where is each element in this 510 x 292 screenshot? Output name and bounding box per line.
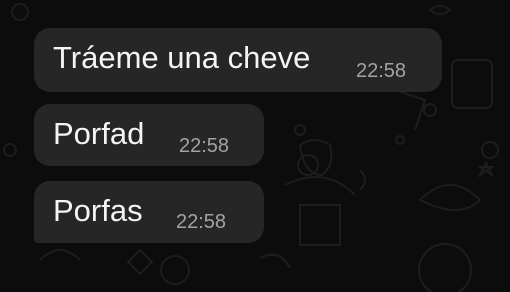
message-bubble[interactable]: Tráeme una cheve 22:58 (34, 28, 442, 92)
message-timestamp: 22:58 (176, 211, 227, 233)
message-text: Tráeme una cheve (53, 40, 311, 75)
message-timestamp: 22:58 (356, 60, 407, 82)
chat-area: Tráeme una cheve 22:58 Porfad 22:58 Porf… (0, 0, 510, 292)
message-text: Porfas (53, 193, 143, 228)
message-text: Porfad (53, 116, 145, 151)
message-bubble[interactable]: Porfad 22:58 (34, 104, 264, 166)
message-timestamp: 22:58 (179, 135, 230, 157)
message-bubble[interactable]: Porfas 22:58 (34, 181, 264, 243)
